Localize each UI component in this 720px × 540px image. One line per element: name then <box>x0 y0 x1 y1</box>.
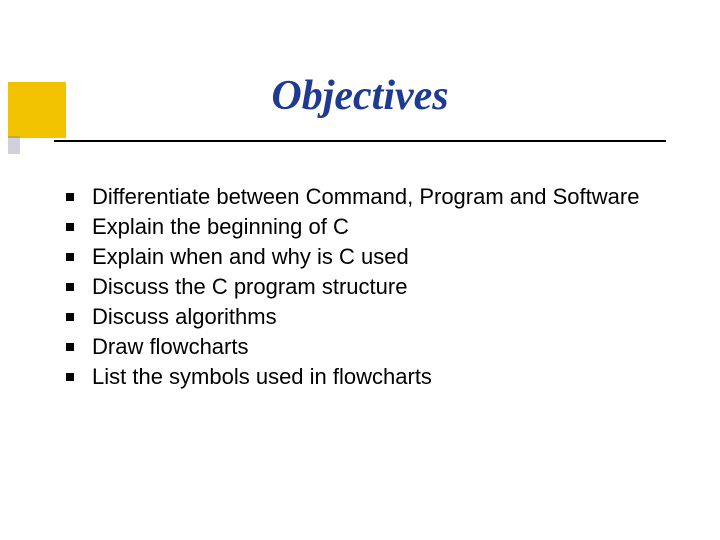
square-bullet-icon <box>66 253 74 261</box>
list-item: Discuss algorithms <box>60 302 690 332</box>
slide-title: Objectives <box>0 72 720 120</box>
square-bullet-icon <box>66 343 74 351</box>
content-area: Differentiate between Command, Program a… <box>60 182 690 392</box>
title-underline <box>54 140 666 142</box>
list-item-text: Explain the beginning of C <box>92 214 349 239</box>
list-item: Draw flowcharts <box>60 332 690 362</box>
list-item-text: Discuss the C program structure <box>92 274 407 299</box>
list-item: List the symbols used in flowcharts <box>60 362 690 392</box>
list-item: Differentiate between Command, Program a… <box>60 182 690 212</box>
list-item: Discuss the C program structure <box>60 272 690 302</box>
list-item-text: List the symbols used in flowcharts <box>92 364 432 389</box>
list-item-text: Differentiate between Command, Program a… <box>92 184 639 209</box>
list-item-text: Draw flowcharts <box>92 334 248 359</box>
square-bullet-icon <box>66 223 74 231</box>
bullet-list: Differentiate between Command, Program a… <box>60 182 690 392</box>
list-item-text: Explain when and why is C used <box>92 244 409 269</box>
list-item-text: Discuss algorithms <box>92 304 277 329</box>
accent-block-small <box>8 136 20 154</box>
square-bullet-icon <box>66 193 74 201</box>
list-item: Explain when and why is C used <box>60 242 690 272</box>
square-bullet-icon <box>66 313 74 321</box>
square-bullet-icon <box>66 283 74 291</box>
list-item: Explain the beginning of C <box>60 212 690 242</box>
square-bullet-icon <box>66 373 74 381</box>
